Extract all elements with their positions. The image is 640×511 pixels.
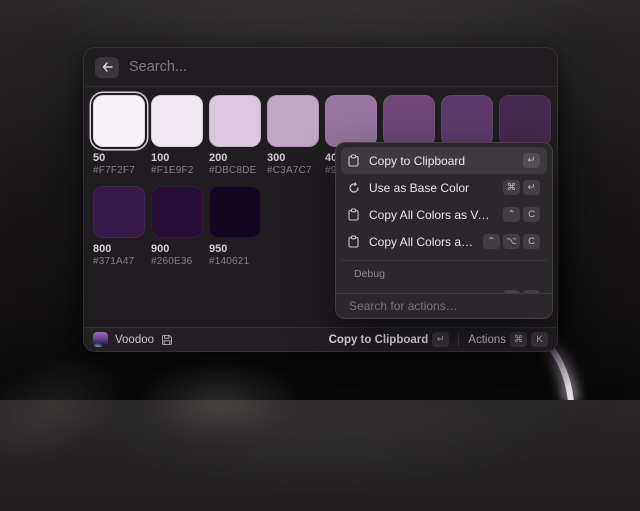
clipboard-icon [348, 208, 361, 221]
palette-cell-50: 50 #F7F2F7 [93, 95, 145, 177]
palette-cell-300: 300 #C3A7C7 [267, 95, 319, 177]
color-swatch-500[interactable] [383, 95, 435, 147]
backdrop-glow [110, 345, 330, 455]
actions-menu: Copy to Clipboard ↵ Use as Base Color ⌘ … [335, 142, 553, 319]
cmd-key-badge: ⌘ [510, 332, 527, 347]
color-swatch-100[interactable] [151, 95, 203, 147]
clipboard-icon [348, 235, 361, 248]
menu-item-copy-to-clipboard[interactable]: Copy to Clipboard ↵ [341, 147, 547, 174]
rotate-icon [348, 182, 361, 194]
palette-cell-950: 950 #140621 [209, 186, 261, 268]
primary-action-button[interactable]: Copy to Clipboard ↵ [329, 332, 450, 347]
actions-search-input[interactable] [349, 299, 539, 313]
color-swatch-200[interactable] [209, 95, 261, 147]
menu-item-shortcut: ⌘ ↵ [503, 180, 540, 195]
enter-key-badge: ↵ [432, 332, 449, 347]
palette-cell-800: 800 #371A47 [93, 186, 145, 268]
menu-item-label: Use as Base Color [369, 181, 495, 195]
swatch-label: 300 [267, 152, 319, 165]
menu-item-shortcut: ⌃ C [503, 207, 540, 222]
clipboard-icon [348, 154, 361, 167]
desktop-background: { "window": { "search_placeholder": "Sea… [0, 0, 640, 400]
swatch-hex: #260E36 [151, 256, 203, 268]
swatch-hex: #140621 [209, 256, 261, 268]
swatch-hex: #371A47 [93, 256, 145, 268]
back-button[interactable] [95, 57, 119, 78]
window-footer: Voodoo Copy to Clipboard ↵ Actions ⌘ K [84, 327, 557, 351]
actions-search-bar [336, 293, 552, 318]
primary-action-label: Copy to Clipboard [329, 334, 429, 346]
menu-item-label: Copy to Clipboard [369, 154, 515, 168]
palette-cell-100: 100 #F1E9F2 [151, 95, 203, 177]
k-key-badge: K [531, 332, 548, 347]
color-swatch-50[interactable] [93, 95, 145, 147]
swatch-hex: #C3A7C7 [267, 165, 319, 177]
swatch-label: 200 [209, 152, 261, 165]
color-swatch-400[interactable] [325, 95, 377, 147]
menu-section-debug: Debug [341, 265, 547, 284]
menu-item-copy-all-variable-declarations[interactable]: Copy All Colors as Variable Declara… ⌃ C [341, 201, 547, 228]
color-swatch-600[interactable] [441, 95, 493, 147]
menu-item-shortcut: ↵ [523, 153, 540, 168]
swatch-hex: #DBC8DE [209, 165, 261, 177]
color-swatch-800[interactable] [93, 186, 145, 238]
color-swatch-300[interactable] [267, 95, 319, 147]
voodoo-app-icon [93, 332, 108, 347]
menu-divider [341, 260, 547, 261]
menu-item-copy-all-json[interactable]: Copy All Colors as JSON ⌃ ⌥ C [341, 228, 547, 255]
color-swatch-950[interactable] [209, 186, 261, 238]
swatch-label: 900 [151, 243, 203, 256]
menu-item-label: Copy All Colors as Variable Declara… [369, 208, 495, 222]
menu-item-use-as-base-color[interactable]: Use as Base Color ⌘ ↵ [341, 174, 547, 201]
menu-item-label: Copy All Colors as JSON [369, 235, 475, 249]
swatch-label: 50 [93, 152, 145, 165]
footer-separator [458, 334, 459, 346]
swatch-hex: #F7F2F7 [93, 165, 145, 177]
back-arrow-icon [102, 62, 113, 72]
color-swatch-700[interactable] [499, 95, 551, 147]
actions-menu-items: Copy to Clipboard ↵ Use as Base Color ⌘ … [336, 143, 552, 311]
search-input[interactable] [129, 59, 546, 75]
save-icon [161, 334, 173, 346]
color-swatch-900[interactable] [151, 186, 203, 238]
actions-label: Actions [468, 334, 506, 346]
swatch-label: 800 [93, 243, 145, 256]
swatch-label: 100 [151, 152, 203, 165]
menu-item-shortcut: ⌃ ⌥ C [483, 234, 540, 249]
swatch-label: 950 [209, 243, 261, 256]
search-bar [84, 48, 557, 87]
app-name: Voodoo [115, 334, 154, 346]
actions-button[interactable]: Actions ⌘ K [468, 332, 548, 347]
palette-cell-900: 900 #260E36 [151, 186, 203, 268]
swatch-hex: #F1E9F2 [151, 165, 203, 177]
palette-cell-200: 200 #DBC8DE [209, 95, 261, 177]
